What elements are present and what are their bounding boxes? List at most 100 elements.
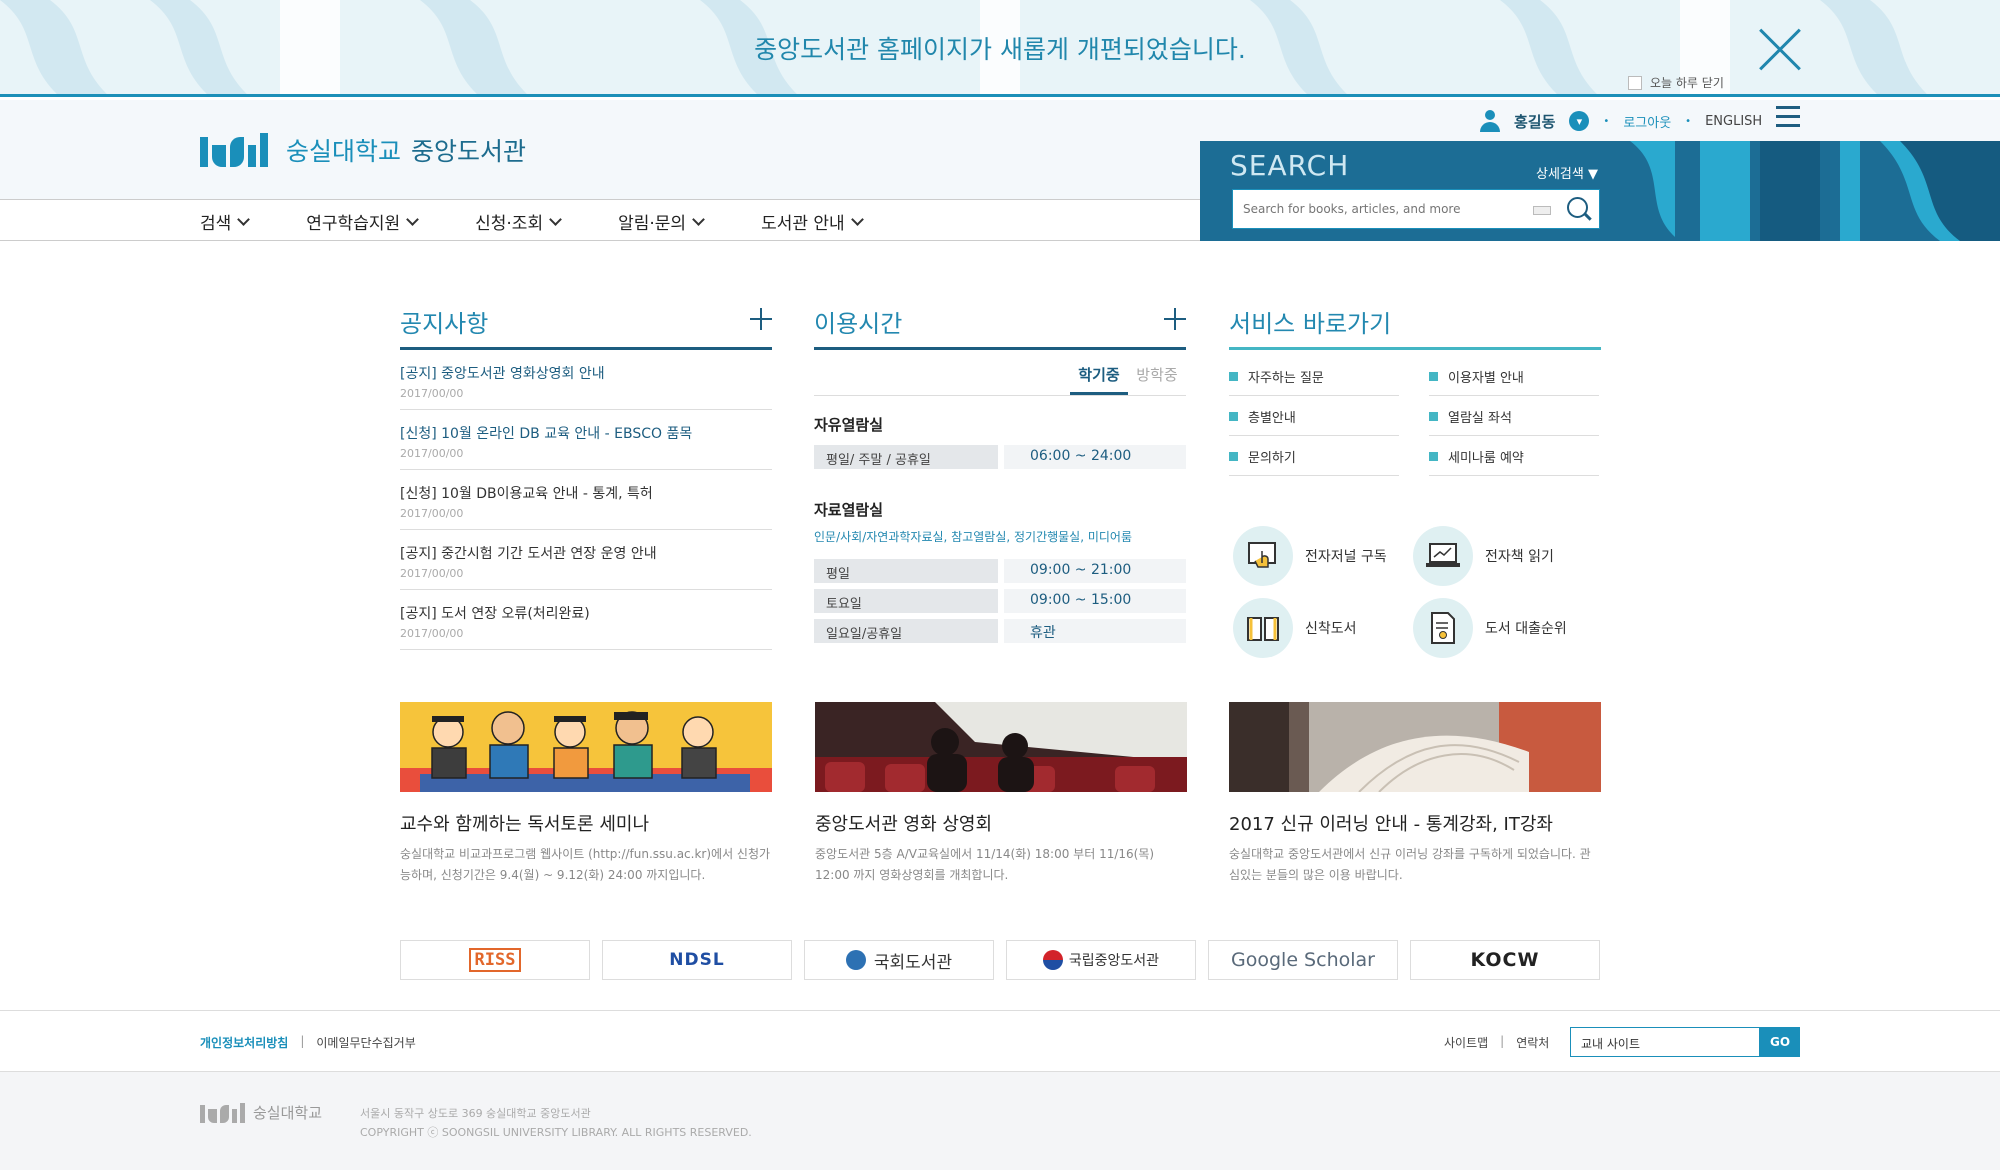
notice-item-title[interactable]: [신청] 10월 DB이용교육 안내 - 통계, 특허 [400,483,772,503]
university-emblem-icon [200,133,268,167]
footer-bar: 개인정보처리방침 | 이메일무단수집거부 사이트맵 | 연락처 교내 사이트 G… [0,1010,2000,1072]
go-button[interactable]: GO [1760,1027,1800,1057]
partner-label: KOCW [1470,949,1540,971]
plus-icon[interactable] [1164,308,1186,330]
service-link[interactable]: 열람실 좌석 [1429,396,1599,436]
tab-semester[interactable]: 학기중 [1070,360,1128,395]
bullet-icon [1229,372,1238,381]
logout-link[interactable]: 로그아웃 [1623,112,1671,131]
contact-link[interactable]: 연락처 [1516,1034,1549,1051]
site-logo[interactable]: 숭실대학교 중앙도서관 [200,132,526,168]
email-refusal-link[interactable]: 이메일무단수집거부 [316,1034,415,1051]
copyright-text: COPYRIGHT ⓒ SOONGSIL UNIVERSITY LIBRARY.… [360,1126,752,1139]
list-item[interactable]: [공지] 중앙도서관 영화상영회 안내 2017/00/00 [400,350,772,410]
bullet-icon [1229,452,1238,461]
list-item[interactable]: [공지] 도서 연장 오류(처리완료) 2017/00/00 [400,590,772,650]
event-card[interactable]: 교수와 함께하는 독서토론 세미나 숭실대학교 비교과프로그램 웹사이트 (ht… [400,702,772,886]
service-link-label: 세미나룸 예약 [1448,451,1524,466]
logo-univ: 숭실대학교 [286,137,402,166]
service-link[interactable]: 층별안내 [1229,396,1399,436]
card-image[interactable] [815,702,1187,792]
card-title[interactable]: 중앙도서관 영화 상영회 [815,810,1187,836]
partner-riss[interactable]: RISS [400,940,590,980]
footer-policy-links: 개인정보처리방침 | 이메일무단수집거부 [200,1034,416,1051]
list-item[interactable]: [신청] 10월 DB이용교육 안내 - 통계, 특허 2017/00/00 [400,470,772,530]
event-card[interactable]: 중앙도서관 영화 상영회 중앙도서관 5층 A/V교육실에서 11/14(화) … [815,702,1187,886]
partner-label: NDSL [669,950,725,970]
taegeuk-icon [1042,950,1063,970]
nav-item-label: 검색 [200,214,232,234]
notice-item-title[interactable]: [공지] 도서 연장 오류(처리완료) [400,603,772,623]
user-name[interactable]: 홍길동 [1514,111,1555,132]
banner-message: 중앙도서관 홈페이지가 새롭게 개편되었습니다. [754,35,1246,64]
partner-national-library[interactable]: 국립중앙도서관 [1006,940,1196,980]
bullet-icon [1229,412,1238,421]
notice-banner: 중앙도서관 홈페이지가 새롭게 개편되었습니다. 오늘 하루 닫기 [0,0,2000,97]
close-icon[interactable] [1756,26,1802,72]
service-link[interactable]: 문의하기 [1229,436,1399,476]
card-image[interactable] [1229,702,1601,792]
nav-item-label: 연구학습지원 [306,214,401,234]
notice-item-title[interactable]: [공지] 중앙도서관 영화상영회 안내 [400,363,772,383]
chevron-down-icon[interactable]: ▾ [1569,111,1590,131]
privacy-policy-link[interactable]: 개인정보처리방침 [200,1034,288,1051]
logo-lib: 중앙도서관 [411,137,527,166]
card-title[interactable]: 교수와 함께하는 독서토론 세미나 [400,810,772,836]
campus-site-select[interactable]: 교내 사이트 [1570,1027,1760,1057]
search-title: SEARCH [1230,149,1350,182]
laptop-chart-icon [1413,526,1473,586]
service-link[interactable]: 이용자별 안내 [1429,356,1599,396]
notice-section: 공지사항 [공지] 중앙도서관 영화상영회 안내 2017/00/00 [신청]… [400,304,772,650]
service-link[interactable]: 자주하는 질문 [1229,356,1399,396]
english-link[interactable]: ENGLISH [1705,114,1762,129]
search-input[interactable] [1233,190,1513,228]
user-icon [1480,110,1500,132]
separator-dot: • [1603,115,1610,127]
list-item[interactable]: [공지] 중간시험 기간 도서관 연장 운영 안내 2017/00/00 [400,530,772,590]
notice-item-title[interactable]: [신청] 10월 온라인 DB 교육 안내 - EBSCO 품목 [400,423,772,443]
bullet-icon [1429,452,1438,461]
ejournal-shortcut[interactable]: 전자저널 구독 [1233,526,1413,586]
list-item[interactable]: [신청] 10월 온라인 DB 교육 안내 - EBSCO 품목 2017/00… [400,410,772,470]
plus-icon[interactable] [750,308,772,330]
card-desc: 숭실대학교 비교과프로그램 웹사이트 (http://fun.ssu.ac.kr… [400,847,771,882]
card-desc: 중앙도서관 5층 A/V교육실에서 11/14(화) 18:00 부터 11/1… [815,847,1155,882]
hours-key: 토요일 [814,589,998,613]
partner-kocw[interactable]: KOCW [1410,940,1600,980]
loan-ranking-label: 도서 대출순위 [1485,621,1567,637]
menu-icon[interactable] [1776,106,1800,130]
today-close-option[interactable]: 오늘 하루 닫기 [1628,74,1724,91]
service-link[interactable]: 세미나룸 예약 [1429,436,1599,476]
partner-ndsl[interactable]: NDSL [602,940,792,980]
loan-ranking-shortcut[interactable]: 도서 대출순위 [1413,598,1593,658]
nav-item-label: 알림·문의 [618,214,687,234]
nav-item-search[interactable]: 검색 [200,209,251,234]
nav-item-notice[interactable]: 알림·문의 [618,209,705,234]
notice-header: 공지사항 [400,304,772,350]
nav-item-research[interactable]: 연구학습지원 [306,209,419,234]
new-books-shortcut[interactable]: 신착도서 [1233,598,1413,658]
partner-label: 국립중앙도서관 [1068,953,1160,969]
hours-row: 평일/ 주말 / 공휴일 06:00 ~ 24:00 [814,445,1186,469]
ejournal-label: 전자저널 구독 [1305,549,1387,565]
hours-value: 06:00 ~ 24:00 [1004,445,1186,469]
today-close-checkbox[interactable] [1628,75,1642,90]
event-card[interactable]: 2017 신규 이러닝 안내 - 통계강좌, IT강좌 숭실대학교 중앙도서관에… [1229,702,1601,886]
nav-item-request[interactable]: 신청·조회 [475,209,562,234]
advanced-search-link[interactable]: 상세검색 ▼ [1536,163,1598,182]
tab-vacation[interactable]: 방학중 [1128,360,1186,395]
card-image[interactable] [400,702,772,792]
service-link-label: 열람실 좌석 [1448,411,1512,426]
footer-logo: 숭실대학교 [200,1102,322,1123]
notice-item-title[interactable]: [공지] 중간시험 기간 도서관 연장 운영 안내 [400,543,772,563]
partner-google-scholar[interactable]: Google Scholar [1208,940,1398,980]
card-title[interactable]: 2017 신규 이러닝 안내 - 통계강좌, IT강좌 [1229,810,1601,836]
university-emblem-icon [200,1102,245,1123]
sitemap-link[interactable]: 사이트맵 [1444,1034,1488,1051]
ebook-shortcut[interactable]: 전자책 읽기 [1413,526,1593,586]
search-icon[interactable] [1565,195,1593,223]
partner-links: RISS NDSL 국회도서관 국립중앙도서관 Google Scholar K… [400,940,1600,980]
nav-item-guide[interactable]: 도서관 안내 [761,209,864,234]
keyboard-icon[interactable] [1533,206,1551,215]
partner-assembly-library[interactable]: 국회도서관 [804,940,994,980]
